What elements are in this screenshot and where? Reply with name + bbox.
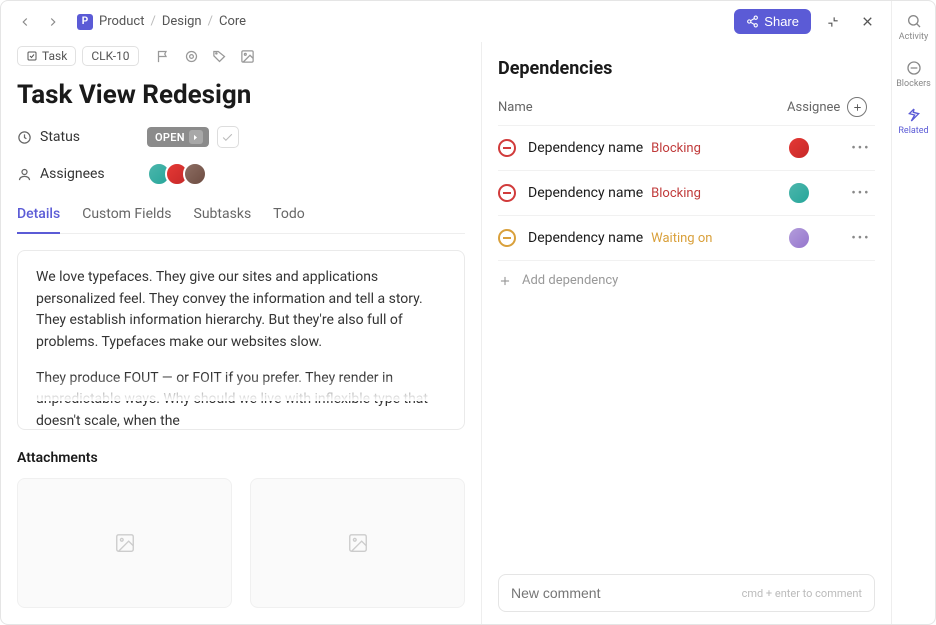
dependency-label: Waiting on (651, 231, 712, 246)
assignees-label: Assignees (17, 166, 147, 182)
tab-subtasks[interactable]: Subtasks (194, 200, 252, 233)
status-label: Status (17, 129, 147, 145)
task-title[interactable]: Task View Redesign (17, 80, 465, 110)
tabs: Details Custom Fields Subtasks Todo (17, 200, 465, 234)
avatar[interactable] (787, 136, 811, 160)
description[interactable]: We love typefaces. They give our sites a… (17, 250, 465, 430)
description-text: We love typefaces. They give our sites a… (36, 267, 446, 354)
waiting-icon (498, 229, 516, 247)
row-menu-icon[interactable]: ••• (847, 186, 875, 201)
share-label: Share (764, 14, 799, 29)
project-icon: P (77, 14, 93, 30)
tab-todo[interactable]: Todo (273, 200, 305, 233)
breadcrumb-project[interactable]: Product (99, 14, 144, 29)
task-id-chip[interactable]: CLK-10 (82, 46, 138, 66)
tab-details[interactable]: Details (17, 200, 60, 234)
target-icon[interactable] (183, 47, 201, 65)
breadcrumb-mid[interactable]: Design (162, 14, 202, 29)
assignee-avatars[interactable] (147, 162, 207, 186)
dependency-row[interactable]: Dependency nameWaiting on ••• (498, 215, 875, 260)
right-rail: Activity Blockers Related (891, 1, 935, 624)
blocking-icon (498, 139, 516, 157)
blocking-icon (498, 184, 516, 202)
comment-input[interactable] (511, 585, 722, 601)
close-icon[interactable] (855, 10, 879, 34)
avatar[interactable] (183, 162, 207, 186)
row-menu-icon[interactable]: ••• (847, 231, 875, 246)
share-button[interactable]: Share (734, 9, 811, 34)
nav-back[interactable] (13, 10, 37, 34)
rail-blockers[interactable]: Blockers (892, 60, 935, 89)
flag-icon[interactable] (155, 47, 173, 65)
add-dependency-icon[interactable] (847, 97, 867, 117)
dependencies-pane: Dependencies Name Assignee Dependency na… (481, 42, 891, 624)
rail-related[interactable]: Related (892, 107, 935, 136)
dependencies-title: Dependencies (498, 58, 875, 79)
task-type-chip[interactable]: Task (17, 46, 76, 66)
avatar[interactable] (787, 226, 811, 250)
attachments-title: Attachments (17, 450, 465, 466)
status-chevron-icon (189, 130, 203, 144)
rail-activity[interactable]: Activity (892, 13, 935, 42)
dependency-row[interactable]: Dependency nameBlocking ••• (498, 170, 875, 215)
dependency-row[interactable]: Dependency nameBlocking ••• (498, 125, 875, 170)
col-name: Name (498, 100, 787, 115)
dependency-label: Blocking (651, 186, 701, 201)
col-assignee: Assignee (787, 100, 847, 115)
avatar[interactable] (787, 181, 811, 205)
comment-box[interactable]: cmd + enter to comment (498, 574, 875, 612)
task-pane: Task CLK-10 Task View Redesign Status (1, 42, 481, 624)
comment-hint: cmd + enter to comment (742, 587, 862, 600)
status-pill[interactable]: OPEN (147, 127, 209, 147)
row-menu-icon[interactable]: ••• (847, 141, 875, 156)
attachment-placeholder[interactable] (250, 478, 465, 608)
nav-forward[interactable] (41, 10, 65, 34)
dependency-label: Blocking (651, 141, 701, 156)
tag-icon[interactable] (211, 47, 229, 65)
breadcrumb[interactable]: P Product / Design / Core (77, 14, 246, 30)
attachment-placeholder[interactable] (17, 478, 232, 608)
add-dependency-button[interactable]: Add dependency (498, 260, 875, 300)
tab-custom-fields[interactable]: Custom Fields (82, 200, 171, 233)
complete-checkbox[interactable] (217, 126, 239, 148)
collapse-icon[interactable] (821, 10, 845, 34)
breadcrumb-leaf[interactable]: Core (219, 14, 246, 29)
topbar: P Product / Design / Core Share (1, 1, 891, 42)
image-icon[interactable] (239, 47, 257, 65)
